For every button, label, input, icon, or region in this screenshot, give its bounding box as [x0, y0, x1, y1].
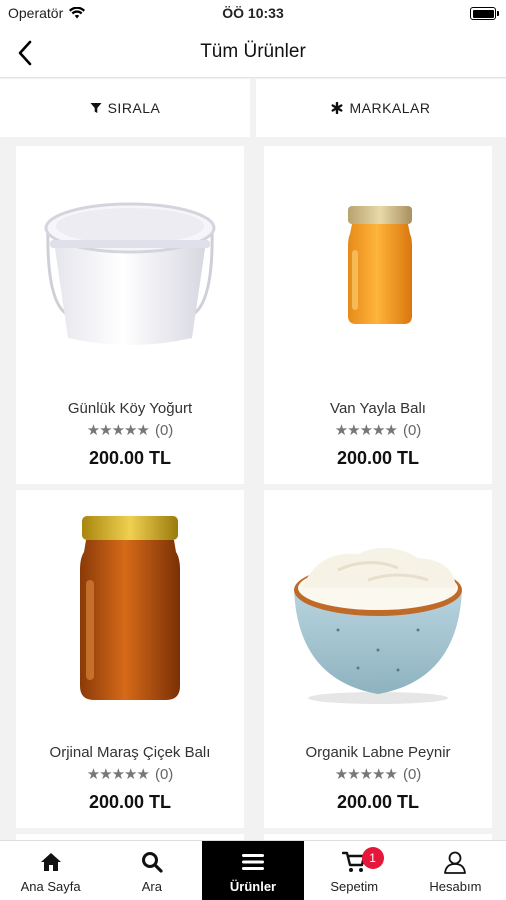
- rating-count: (0): [154, 421, 174, 439]
- product-price: 200.00 TL: [336, 792, 420, 812]
- battery-icon: [470, 7, 499, 20]
- yogurt-bucket-image: [16, 146, 244, 386]
- product-price: 200.00 TL: [88, 792, 172, 812]
- tab-cart[interactable]: 1 Sepetim: [304, 841, 405, 900]
- product-name: Günlük Köy Yoğurt: [67, 400, 193, 417]
- rating-count: (0): [154, 765, 174, 783]
- product-card[interactable]: Organik Labne Peynir ★★★★★ (0) 200.00 TL: [264, 490, 492, 828]
- tab-search[interactable]: Ara: [101, 841, 202, 900]
- product-name: Organik Labne Peynir: [305, 744, 451, 761]
- navigation-bar: Tüm Ürünler: [0, 28, 506, 78]
- back-button[interactable]: [6, 34, 44, 72]
- tab-label: Sepetim: [330, 879, 379, 894]
- cart-badge: 1: [361, 847, 384, 869]
- honey-jar-large-image: [16, 490, 244, 730]
- menu-icon: [242, 854, 264, 870]
- rating-stars-icon: ★★★★★: [334, 766, 398, 783]
- labneh-bowl-image: [264, 490, 492, 730]
- tab-bar: Ana Sayfa Ara Ürünler 1 Sepetim Hesabım: [0, 840, 506, 900]
- product-rating: ★★★★★ (0): [16, 421, 244, 440]
- asterisk-icon: [331, 102, 343, 114]
- status-bar: Operatör ÖÖ 10:33: [0, 0, 506, 28]
- user-icon: [444, 851, 467, 874]
- filter-bar: SIRALA MARKALAR: [0, 79, 506, 137]
- search-icon: [141, 852, 163, 873]
- product-rating: ★★★★★ (0): [16, 765, 244, 784]
- product-price: 200.00 TL: [336, 448, 420, 468]
- tab-products[interactable]: Ürünler: [202, 841, 304, 900]
- filter-icon: [90, 103, 102, 113]
- honey-jar-small-image: [264, 146, 492, 386]
- tab-label: Ara: [141, 879, 162, 894]
- product-rating: ★★★★★ (0): [264, 421, 492, 440]
- tab-account[interactable]: Hesabım: [405, 841, 506, 900]
- chevron-left-icon: [18, 40, 32, 66]
- rating-count: (0): [402, 421, 422, 439]
- sort-button[interactable]: SIRALA: [0, 79, 250, 137]
- product-rating: ★★★★★ (0): [264, 765, 492, 784]
- rating-count: (0): [402, 765, 422, 783]
- tab-label: Hesabım: [429, 879, 482, 894]
- home-icon: [40, 853, 61, 871]
- product-card[interactable]: Orjinal Maraş Çiçek Balı ★★★★★ (0) 200.0…: [16, 490, 244, 828]
- tab-home[interactable]: Ana Sayfa: [0, 841, 101, 900]
- brands-button[interactable]: MARKALAR: [256, 79, 506, 137]
- sort-label: SIRALA: [107, 100, 161, 116]
- tab-label: Ana Sayfa: [20, 879, 81, 894]
- status-time: ÖÖ 10:33: [222, 5, 284, 21]
- rating-stars-icon: ★★★★★: [86, 766, 150, 783]
- product-card[interactable]: Van Yayla Balı ★★★★★ (0) 200.00 TL: [264, 146, 492, 484]
- tab-label: Ürünler: [229, 879, 277, 894]
- product-name: Van Yayla Balı: [330, 400, 426, 417]
- product-price: 200.00 TL: [88, 448, 172, 468]
- product-grid: Günlük Köy Yoğurt ★★★★★ (0) 200.00 TL Va…: [16, 146, 492, 854]
- product-card[interactable]: Günlük Köy Yoğurt ★★★★★ (0) 200.00 TL: [16, 146, 244, 484]
- brands-label: MARKALAR: [349, 100, 431, 116]
- rating-stars-icon: ★★★★★: [334, 422, 398, 439]
- rating-stars-icon: ★★★★★: [86, 422, 150, 439]
- page-title: Tüm Ürünler: [200, 41, 306, 62]
- product-name: Orjinal Maraş Çiçek Balı: [49, 744, 211, 761]
